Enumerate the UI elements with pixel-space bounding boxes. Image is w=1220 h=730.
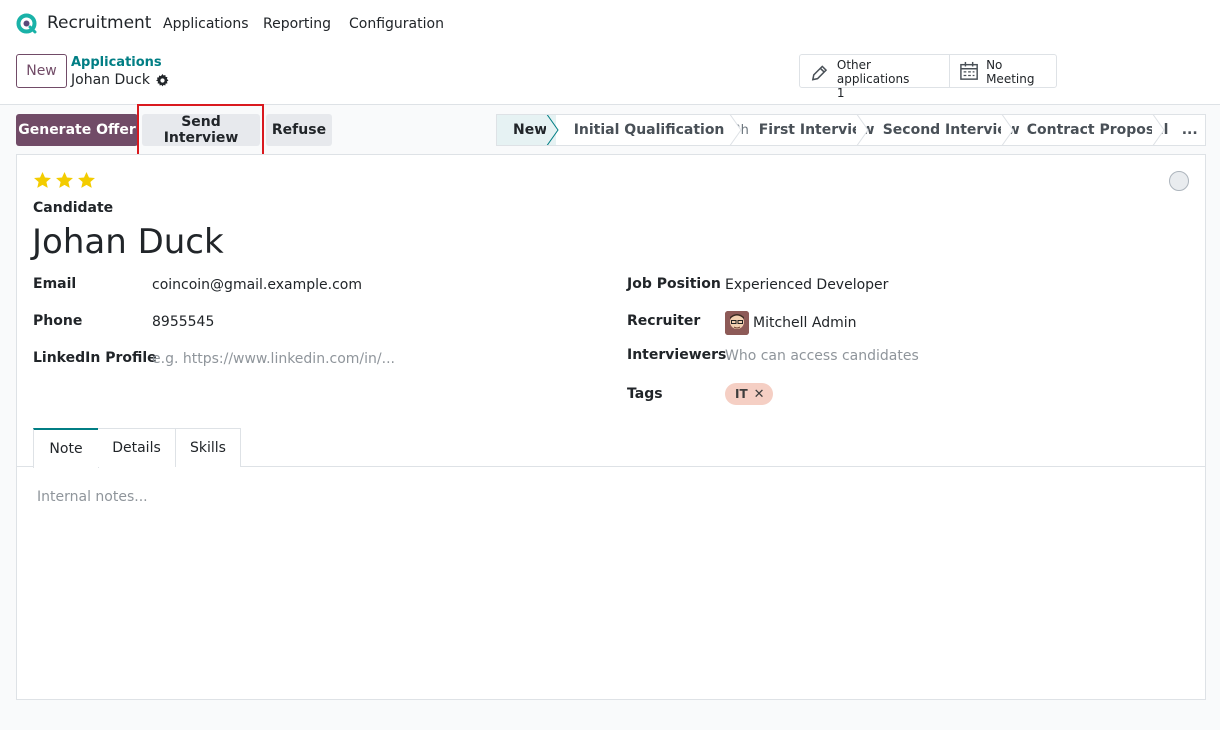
gear-icon[interactable] xyxy=(155,73,169,87)
phone-field[interactable]: 8955545 xyxy=(152,314,214,330)
meeting-button[interactable]: No Meeting xyxy=(949,55,1056,87)
tags-label: Tags xyxy=(627,386,663,402)
calendar-icon xyxy=(960,61,978,80)
breadcrumb-current: Johan Duck xyxy=(71,72,169,88)
star-icon[interactable] xyxy=(33,171,52,190)
stage-arrow xyxy=(1151,115,1165,145)
send-interview-button[interactable]: Send Interview xyxy=(142,114,260,146)
stage-statusbar: New Initial Qualification 3h First Inter… xyxy=(496,114,1206,146)
linkedin-field[interactable]: e.g. https://www.linkedin.com/in/... xyxy=(152,351,395,367)
email-field[interactable]: coincoin@gmail.example.com xyxy=(152,277,362,293)
stage-arrow xyxy=(728,115,742,145)
generate-offer-button[interactable]: Generate Offer xyxy=(16,114,138,146)
stage-more-label: ... xyxy=(1181,122,1198,138)
stage-label: Initial Qualification xyxy=(573,122,725,138)
star-icon[interactable] xyxy=(77,171,96,190)
meeting-label: No Meeting xyxy=(986,58,1035,86)
stage-label: New xyxy=(513,122,548,138)
stage-label: Contract Proposal xyxy=(1026,122,1169,138)
recruiter-label: Recruiter xyxy=(627,313,701,329)
menu-configuration[interactable]: Configuration xyxy=(349,16,444,32)
recruiter-avatar xyxy=(725,311,749,335)
stage-first-interview[interactable]: First Interview xyxy=(739,115,875,145)
stage-initial-qualification[interactable]: Initial Qualification 3h xyxy=(556,115,749,145)
tag-label: IT xyxy=(735,387,748,401)
stage-arrow xyxy=(545,115,559,145)
form-sheet: Candidate Johan Duck Email coincoin@gmai… xyxy=(16,154,1206,700)
tag-badge: IT ✕ xyxy=(725,383,773,405)
email-label: Email xyxy=(33,276,77,292)
breadcrumb-current-label: Johan Duck xyxy=(71,72,150,88)
stage-second-interview[interactable]: Second Interview xyxy=(866,115,1020,145)
breadcrumb-applications[interactable]: Applications xyxy=(71,55,162,70)
internal-notes-field[interactable]: Internal notes... xyxy=(37,489,148,505)
other-applications-count: 1 xyxy=(836,86,845,100)
notebook-tabs: Note Details Skills xyxy=(17,428,1205,468)
tab-skills[interactable]: Skills xyxy=(175,428,241,467)
menu-applications[interactable]: Applications xyxy=(163,16,249,32)
phone-label: Phone xyxy=(33,313,83,329)
avatar-icon xyxy=(725,311,749,335)
pencil-icon xyxy=(811,65,828,81)
job-position-label: Job Position xyxy=(627,276,721,292)
app-name[interactable]: Recruitment xyxy=(47,13,151,33)
other-applications-button[interactable]: Other applications 1 xyxy=(800,55,949,100)
menu-reporting[interactable]: Reporting xyxy=(263,16,331,32)
tag-remove-icon[interactable]: ✕ xyxy=(754,387,765,402)
recruiter-field[interactable]: Mitchell Admin xyxy=(753,315,857,331)
new-button[interactable]: New xyxy=(16,54,67,88)
control-panel: New Applications Johan Duck Other applic… xyxy=(0,46,1220,105)
recruitment-app-icon[interactable] xyxy=(16,13,37,34)
candidate-label: Candidate xyxy=(33,200,114,216)
tab-note[interactable]: Note xyxy=(33,428,99,468)
stage-arrow xyxy=(855,115,869,145)
candidate-name-field[interactable]: Johan Duck xyxy=(32,222,224,262)
kanban-state-toggle[interactable] xyxy=(1169,171,1189,191)
interviewers-field[interactable]: Who can access candidates xyxy=(725,348,919,364)
priority-stars xyxy=(33,171,96,190)
tab-details[interactable]: Details xyxy=(98,428,176,467)
interviewers-label: Interviewers xyxy=(627,347,727,363)
stage-contract-proposal[interactable]: Contract Proposal xyxy=(1011,115,1168,145)
top-navbar: Recruitment Applications Reporting Confi… xyxy=(0,0,1220,46)
linkedin-label: LinkedIn Profile xyxy=(33,350,157,366)
star-icon[interactable] xyxy=(55,171,74,190)
job-position-field[interactable]: Experienced Developer xyxy=(725,277,888,293)
stage-label: Second Interview xyxy=(882,122,1020,138)
stage-new[interactable]: New xyxy=(497,115,559,145)
smart-buttons: Other applications 1 No Meeting xyxy=(799,54,1057,100)
stage-arrow xyxy=(1000,115,1014,145)
refuse-button[interactable]: Refuse xyxy=(266,114,332,146)
other-applications-label: Other applications xyxy=(836,58,910,86)
